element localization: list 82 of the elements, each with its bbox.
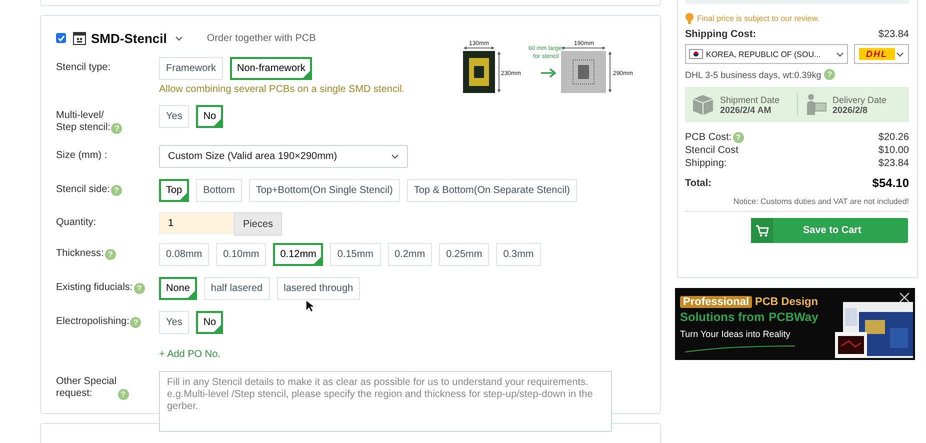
cost-value: $23.84 (878, 158, 909, 170)
check-icon (57, 34, 65, 42)
dimension-line (608, 51, 612, 93)
field-label: Electropolishing: (56, 316, 130, 328)
cost-label: PCB Cost: (685, 132, 732, 144)
option-button[interactable]: Framework (159, 57, 224, 80)
arrow-icon (541, 68, 556, 78)
box-icon (692, 93, 714, 116)
close-icon[interactable] (899, 292, 910, 303)
country-dropdown[interactable]: KOREA, REPUBLIC OF (SOU... (685, 44, 848, 64)
caret-icon (896, 52, 904, 56)
option-button[interactable]: Top (159, 179, 190, 202)
cost-label: Shipping: (685, 158, 727, 170)
option-button[interactable]: 0.10mm (216, 243, 266, 266)
ad-slogan: PCBWay (768, 310, 818, 324)
option-button[interactable]: 0.25mm (439, 243, 490, 266)
caret-icon (836, 52, 844, 56)
date-value: 2026/2/8 (832, 104, 869, 114)
cost-label: Stencil Cost (685, 145, 738, 156)
add-po-link[interactable]: + Add PO No. (159, 349, 645, 360)
caret-icon (174, 36, 183, 40)
shipping-value: $23.84 (878, 29, 909, 40)
option-button[interactable]: Non-framework (230, 57, 312, 80)
option-button[interactable]: Bottom (196, 179, 242, 202)
date-label: Shipment Date (720, 94, 780, 104)
caret-icon (391, 154, 399, 159)
dimension-line (497, 51, 501, 93)
bulb-icon (685, 13, 694, 24)
quantity-field[interactable]: 1 (159, 212, 234, 234)
notice-text: Final price is subject to our review. (697, 14, 820, 23)
total-value: $54.10 (872, 176, 909, 190)
carrier-dropdown[interactable]: DHL (854, 44, 909, 64)
dimension-line (463, 46, 495, 50)
cost-value: $10.00 (878, 145, 909, 156)
checkbox[interactable] (56, 33, 66, 43)
request-field[interactable]: Fill in any Stencil details to make it as clear as possible for us to understand your requirements. e.g.Multi-level /Step stencil, please specify the region and thickness for step-up/step-down in the gerber. (159, 371, 612, 432)
shipping-label: Shipping Cost: (685, 29, 756, 40)
option-button[interactable]: Yes (159, 311, 190, 334)
option-button[interactable]: None (159, 277, 197, 300)
pcb-drawing (463, 51, 495, 93)
option-button[interactable]: half lasered (204, 277, 270, 300)
option-button[interactable]: 0.08mm (159, 243, 210, 266)
field-label: Size (mm) : (56, 150, 108, 162)
hint-text: Allow combining several PCBs on a single SMD stencil. (159, 84, 405, 95)
option-button[interactable]: Top+Bottom(On Single Stencil) (248, 179, 400, 202)
total-label: Total: (685, 178, 712, 189)
date-value: 2026/2/4 AM (720, 104, 772, 114)
field-label: Thickness: (56, 248, 104, 260)
option-button[interactable]: No (196, 311, 224, 334)
size-dropdown[interactable]: Custom Size (Valid area 190×290mm) (159, 145, 408, 168)
carrier-logo: DHL (859, 48, 894, 60)
ad-slogan: Solutions from (680, 310, 765, 324)
option-button[interactable]: Yes (159, 105, 190, 128)
field-label: Quantity: (56, 217, 96, 229)
ad-headline: Professional (680, 296, 752, 308)
option-button[interactable]: 0.3mm (496, 243, 541, 266)
stencil-icon (73, 32, 86, 44)
field-label: Multi-level/ Step stencil: (56, 110, 110, 134)
option-button[interactable]: 0.2mm (388, 243, 432, 266)
field-label: Stencil type: (56, 62, 110, 74)
field-label: Stencil side: (56, 184, 110, 196)
ad-tagline: Turn Your Ideas into Reality (680, 329, 792, 339)
option-button[interactable]: 0.15mm (330, 243, 380, 266)
cost-value: $20.26 (878, 132, 909, 144)
stencil-drawing (561, 51, 606, 93)
date-label: Delivery Date (832, 94, 887, 104)
cart-icon (756, 224, 768, 237)
delivery-info: DHL 3-5 business days, wt:0.39kg (685, 70, 822, 80)
courier-icon (804, 93, 826, 116)
field-label: Existing fiducials: (56, 282, 133, 294)
option-button[interactable]: 0.12mm (273, 243, 324, 266)
field-label: Other Special request: (56, 376, 117, 400)
option-button[interactable]: No (196, 105, 224, 128)
unit-label: Pieces (234, 212, 282, 236)
cursor-icon (305, 299, 316, 313)
flag-icon (689, 49, 703, 59)
option-button[interactable]: lasered through (276, 277, 360, 300)
section-subtitle: Order together with PCB (206, 32, 316, 44)
option-button[interactable]: Top & Bottom(On Separate Stencil) (406, 179, 578, 202)
customs-note: Notice: Customs duties and VAT are not included! (685, 197, 909, 212)
ad-headline: PCB Design (755, 296, 818, 308)
section-title: SMD-Stencil (91, 30, 167, 46)
